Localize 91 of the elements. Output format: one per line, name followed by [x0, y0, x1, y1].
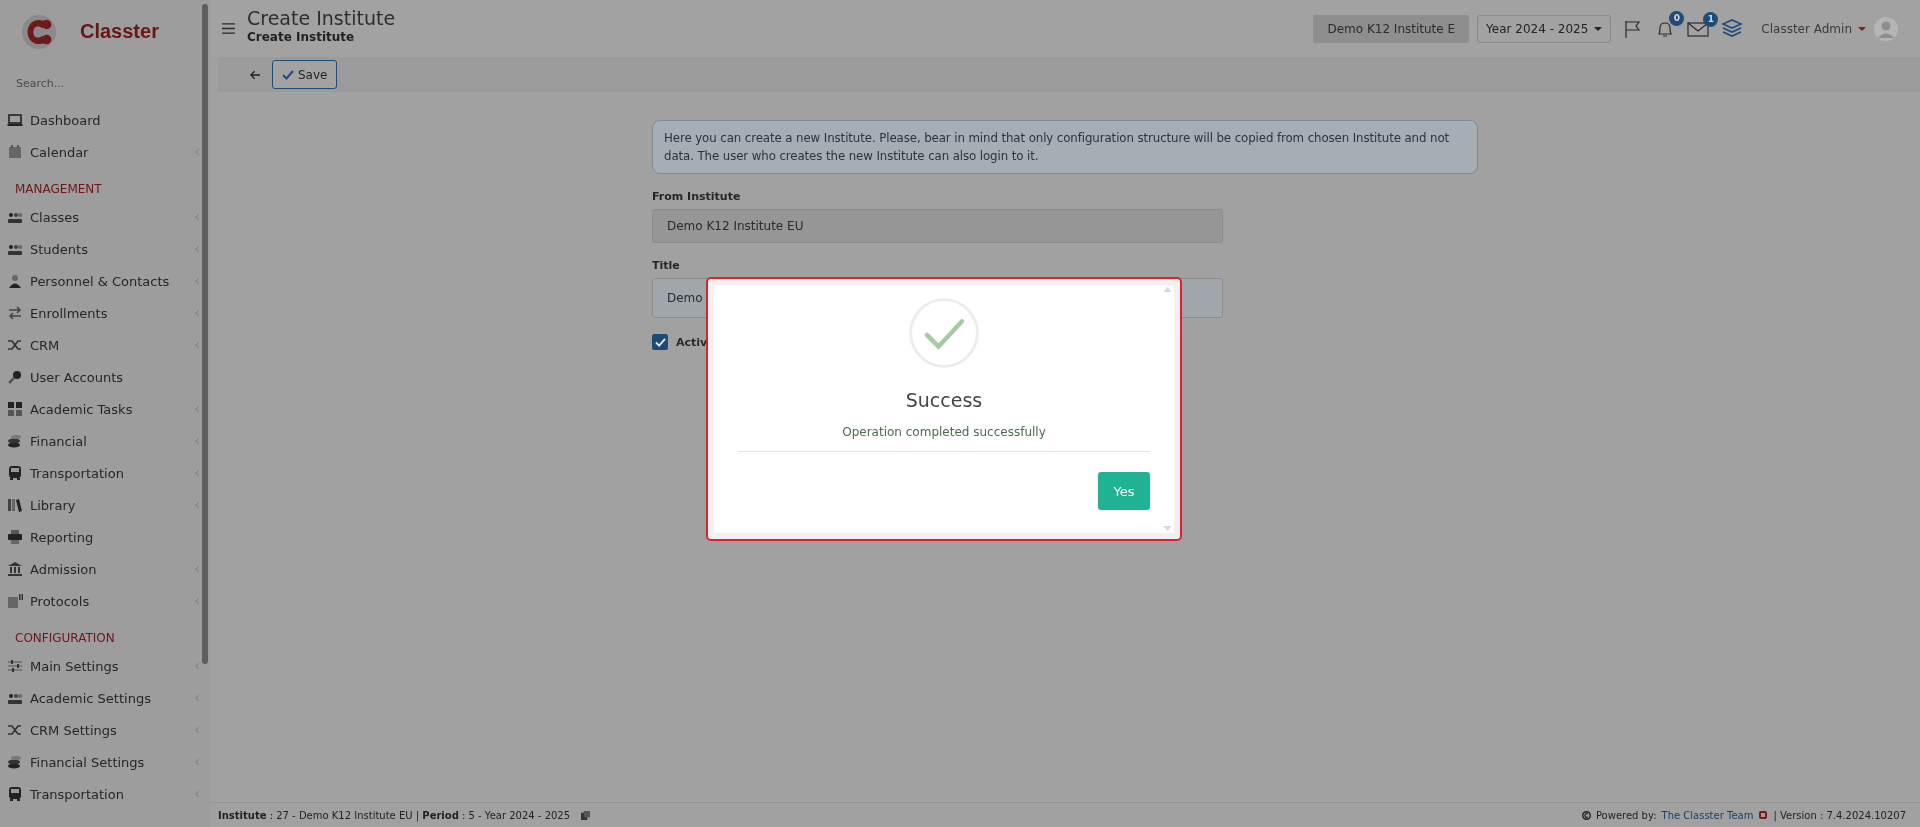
breadcrumb: Create Institute [247, 29, 356, 44]
caret-icon [1858, 26, 1866, 31]
chevron-icon [195, 213, 200, 221]
nav-item[interactable]: Library [0, 489, 210, 521]
arrows-icon [7, 305, 23, 321]
nav-item[interactable]: User Accounts [0, 361, 210, 393]
section-heading: CONFIGURATION [14, 630, 116, 647]
team-link[interactable]: The Classter Team [1661, 809, 1754, 821]
scrollbar[interactable] [202, 4, 208, 664]
user-menu[interactable]: Classter Admin [1761, 21, 1866, 36]
chevron-icon [195, 726, 200, 734]
nav-item[interactable]: Academic Tasks [0, 393, 210, 425]
coins-icon [7, 433, 23, 449]
institute-selector[interactable]: Demo K12 Institute E [1313, 14, 1470, 43]
sliders-icon [7, 658, 23, 674]
bus-icon [7, 786, 23, 802]
version-text: | Version : 7.4.2024.10207 [1773, 809, 1906, 821]
nav-item[interactable]: Financial Settings [0, 746, 210, 778]
dialog-title: Success [905, 389, 983, 411]
coins-icon [7, 754, 23, 770]
nav-item[interactable]: Transportation [0, 457, 210, 489]
nav-item[interactable]: Financial [0, 425, 210, 457]
copy-icon[interactable] [581, 810, 591, 820]
nav-item[interactable]: Transportation [0, 778, 210, 810]
chevron-icon [195, 437, 200, 445]
chevron-icon [195, 309, 200, 317]
shuffle-icon [7, 337, 23, 353]
chevron-icon [195, 277, 200, 285]
nav-item[interactable]: Main Settings [0, 650, 210, 682]
chevron-icon [195, 597, 200, 605]
context-info: Institute : 27 - Demo K12 Institute EU | Period : 5 - Year 2024 - 2025 [218, 809, 571, 821]
year-selector[interactable]: Year 2024 - 2025 [1477, 14, 1612, 43]
check-icon [282, 69, 294, 80]
info-message: Here you can create a new Institute. Please, bear in mind that only configuration structure will be copied from chosen Institute and not data. The user who creates the new Institute can also login to it. [652, 120, 1478, 174]
nav-item[interactable]: Reporting [0, 521, 210, 553]
clipboard-icon [7, 593, 23, 609]
nav-item[interactable]: Personnel & Contacts [0, 265, 210, 297]
message-count: 1 [1703, 11, 1719, 27]
grid-icon [7, 401, 23, 417]
logo-icon [1758, 810, 1769, 820]
powered-by-text: Powered by: [1595, 809, 1657, 821]
page-title: Create Institute [247, 5, 396, 30]
nav-item[interactable]: Admission [0, 553, 210, 585]
checkmark-circle-icon [908, 297, 980, 369]
chevron-icon [195, 501, 200, 509]
save-button[interactable]: Save [272, 60, 338, 89]
nav-item[interactable]: Enrollments [0, 297, 210, 329]
nav-item[interactable]: Dashboard [0, 104, 210, 136]
printer-icon [7, 529, 23, 545]
logo-icon [20, 12, 58, 51]
chevron-icon [195, 662, 200, 670]
chevron-icon [195, 148, 200, 156]
nav-item[interactable]: Academic Settings [0, 682, 210, 714]
books-icon [7, 497, 23, 513]
bank-icon [7, 561, 23, 577]
nav-item[interactable]: Protocols [0, 585, 210, 617]
nav-item[interactable]: Classes [0, 201, 210, 233]
field-label: From Institute [652, 190, 742, 203]
chevron-icon [195, 341, 200, 349]
copyright-icon [1581, 810, 1591, 820]
shuffle-icon [7, 722, 23, 738]
chevron-icon [195, 469, 200, 477]
caret-icon [1594, 26, 1603, 31]
chevron-icon [195, 694, 200, 702]
chevron-icon [195, 245, 200, 253]
nav-item[interactable]: CRM [0, 329, 210, 361]
search-field[interactable]: Search... [14, 72, 188, 94]
active-checkbox[interactable] [652, 334, 668, 350]
chevron-icon [195, 790, 200, 798]
bus-icon [7, 465, 23, 481]
notification-count: 0 [1669, 10, 1685, 26]
laptop-icon [7, 112, 23, 128]
nav-item[interactable]: CRM Settings [0, 714, 210, 746]
back-arrow-icon[interactable] [250, 69, 261, 80]
layers-icon[interactable] [1721, 18, 1744, 39]
chevron-icon [195, 565, 200, 573]
key-icon [7, 369, 23, 385]
brand-name: Classter [80, 20, 159, 43]
section-heading: MANAGEMENT [14, 181, 103, 198]
calendar-icon [7, 144, 23, 160]
from-institute-field[interactable]: Demo K12 Institute EU [652, 209, 1223, 243]
dialog-message: Operation completed successfully [842, 425, 1046, 439]
nav-item[interactable]: Calendar [0, 136, 210, 168]
menu-icon[interactable] [222, 23, 235, 34]
envelope-icon[interactable] [1687, 19, 1710, 38]
person-icon [7, 273, 23, 289]
chevron-icon [195, 405, 200, 413]
field-label: Title [652, 259, 681, 272]
nav-item[interactable]: Students [0, 233, 210, 265]
chevron-icon [195, 758, 200, 766]
checkbox-label: Activ [676, 335, 708, 349]
